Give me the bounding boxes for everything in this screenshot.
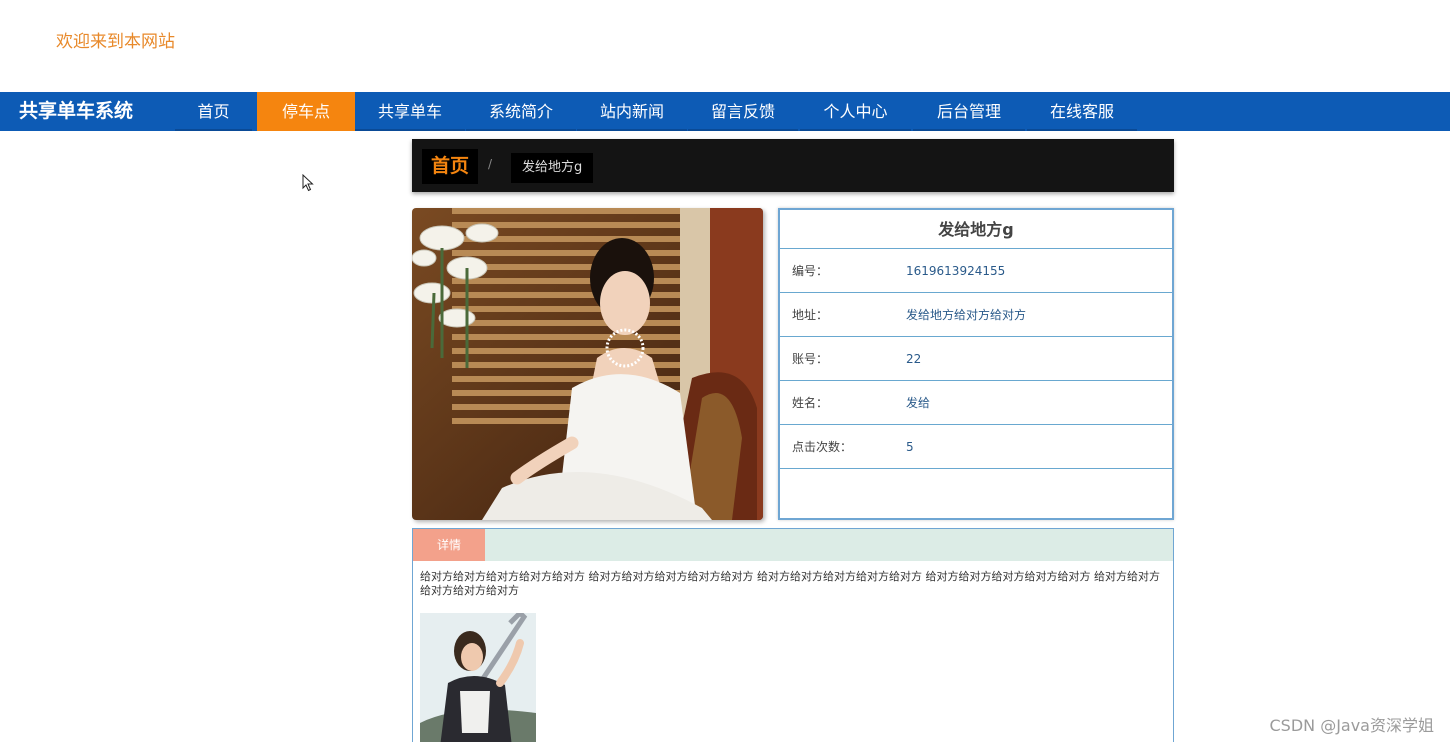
nav-item-support[interactable]: 在线客服	[1027, 92, 1137, 131]
info-row-name: 姓名： 发给	[780, 381, 1172, 425]
info-row-address: 地址： 发给地方给对方给对方	[780, 293, 1172, 337]
watermark: CSDN @Java资深学姐	[1269, 716, 1434, 735]
info-value: 5	[906, 440, 914, 454]
nav-item-home[interactable]: 首页	[175, 92, 252, 131]
info-value: 发给地方给对方给对方	[906, 308, 1027, 322]
site-brand: 共享单车系统	[19, 100, 134, 122]
info-panel: 发给地方g 编号： 1619613924155 地址： 发给地方给对方给对方 账…	[778, 208, 1174, 520]
breadcrumb-separator: /	[488, 157, 493, 171]
detail-image	[420, 613, 536, 742]
nav-item-about[interactable]: 系统简介	[466, 92, 576, 131]
tab-detail[interactable]: 详情	[413, 529, 485, 561]
mouse-pointer-icon	[302, 174, 314, 192]
nav-item-profile[interactable]: 个人中心	[800, 92, 911, 131]
info-row-clicks: 点击次数： 5	[780, 425, 1172, 469]
parking-photo	[412, 208, 763, 520]
nav-item-feedback[interactable]: 留言反馈	[688, 92, 798, 131]
detail-text: 给对方给对方给对方给对方给对方 给对方给对方给对方给对方给对方 给对方给对方给对…	[420, 570, 1160, 597]
info-label: 姓名：	[792, 396, 829, 410]
nav-item-bikes[interactable]: 共享单车	[355, 92, 465, 131]
info-value: 22	[906, 352, 922, 366]
breadcrumb: 首页 / 发给地方g	[412, 139, 1174, 192]
info-label: 地址：	[792, 308, 829, 322]
welcome-text: 欢迎来到本网站	[56, 32, 175, 52]
breadcrumb-home-link[interactable]: 首页	[422, 149, 479, 184]
info-row-id: 编号： 1619613924155	[780, 249, 1172, 293]
info-value: 发给	[906, 396, 931, 410]
info-value: 1619613924155	[906, 264, 1006, 278]
nav-item-parking[interactable]: 停车点	[257, 92, 355, 131]
info-label: 账号：	[792, 352, 829, 366]
info-label: 点击次数：	[792, 440, 853, 454]
info-label: 编号：	[792, 264, 829, 278]
nav-item-admin[interactable]: 后台管理	[913, 92, 1025, 131]
breadcrumb-current: 发给地方g	[511, 153, 594, 183]
detail-tabbar: 详情	[413, 529, 1173, 561]
main-navbar: 共享单车系统 首页 停车点 共享单车 系统简介 站内新闻 留言反馈 个人中心 后…	[0, 92, 1450, 131]
info-row-account: 账号： 22	[780, 337, 1172, 381]
nav-item-news[interactable]: 站内新闻	[577, 92, 687, 131]
info-title: 发给地方g	[780, 210, 1172, 249]
detail-panel: 详情 给对方给对方给对方给对方给对方 给对方给对方给对方给对方给对方 给对方给对…	[412, 528, 1174, 742]
